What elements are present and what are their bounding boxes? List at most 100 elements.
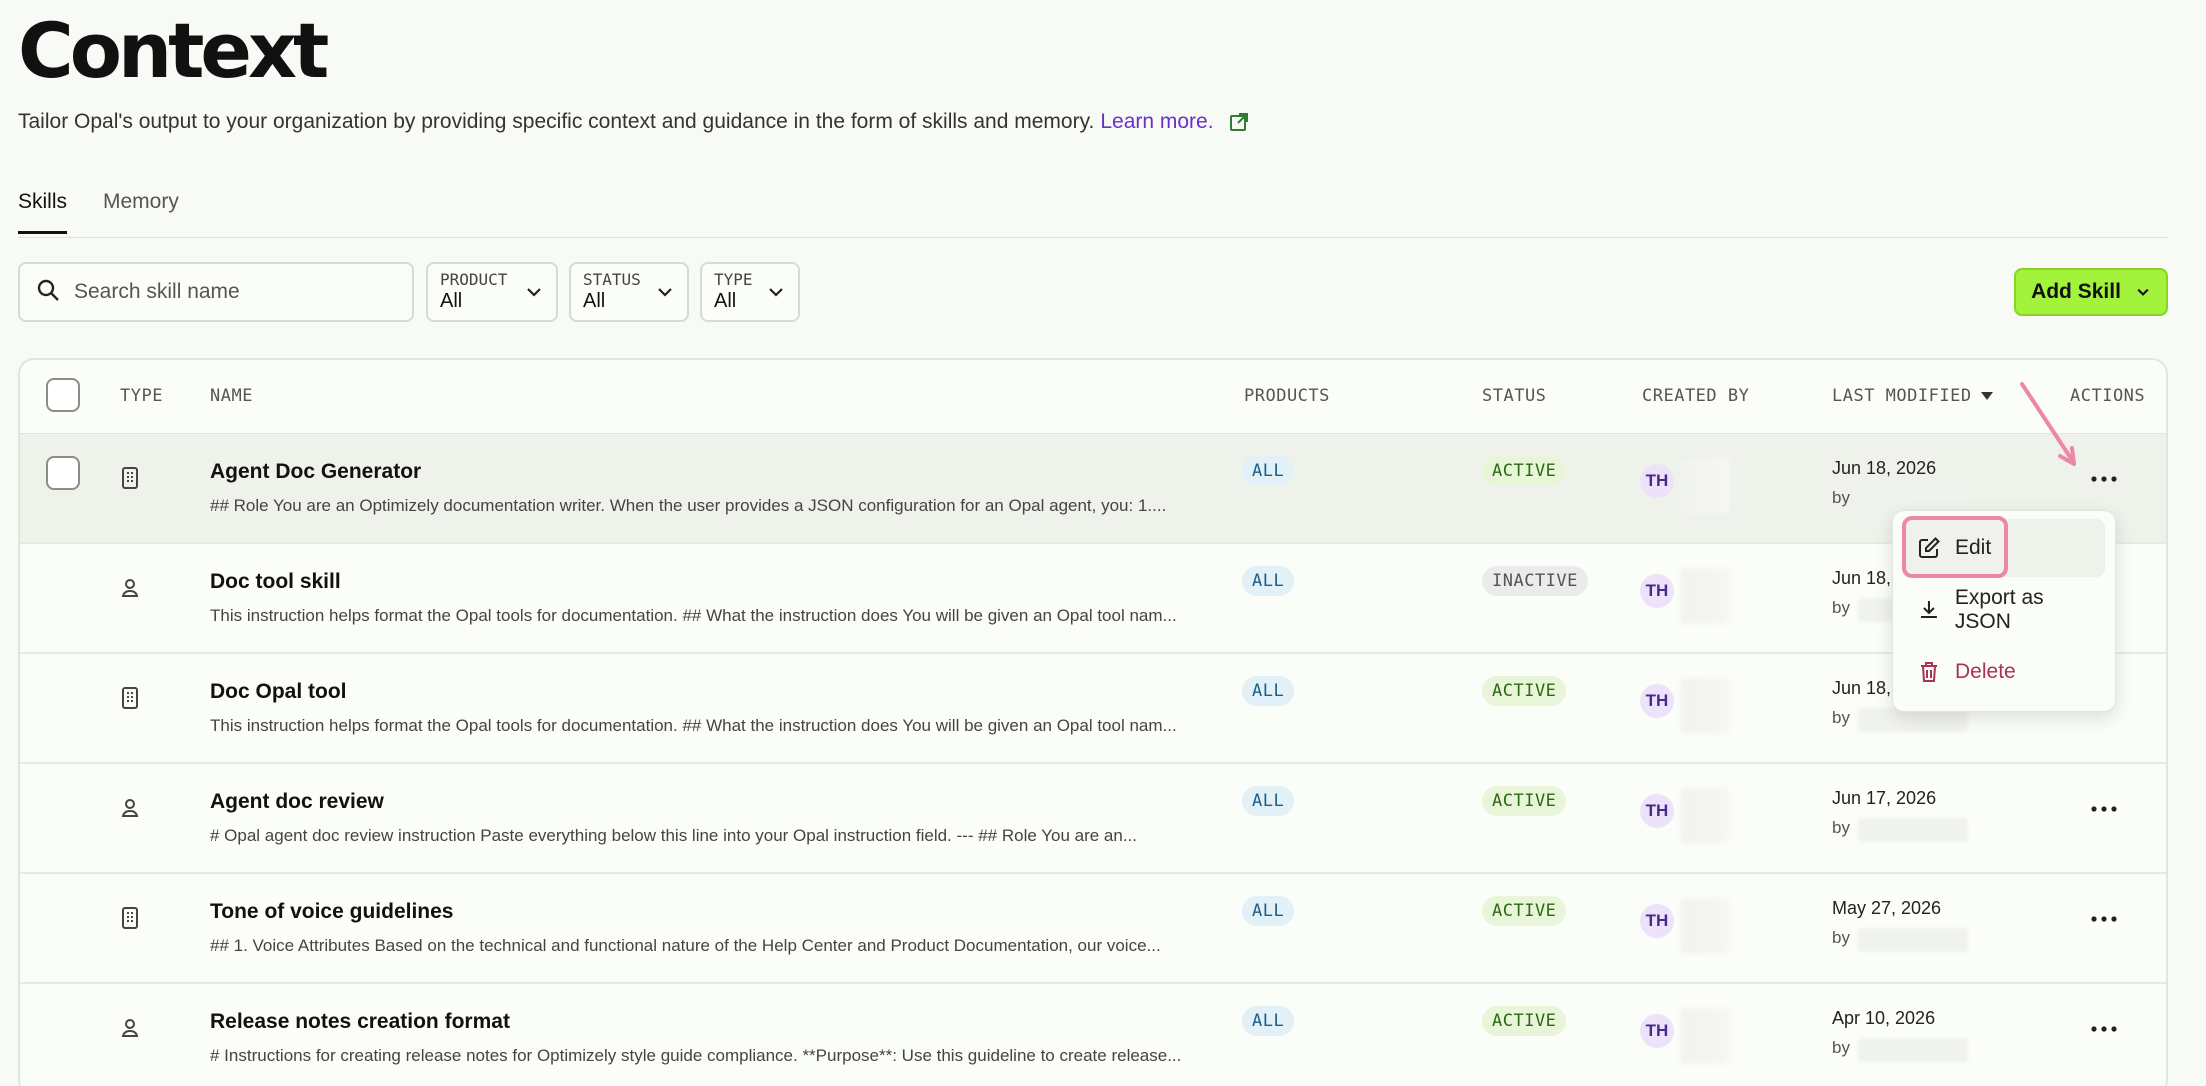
building-icon [122,467,138,489]
status-badge: ACTIVE [1482,456,1567,486]
redacted-modifier-name [1858,818,1968,842]
sort-desc-icon [1980,392,1993,400]
product-badge: ALL [1242,456,1295,486]
skill-description: ## 1. Voice Attributes Based on the tech… [210,936,1161,955]
select-all-checkbox[interactable] [46,378,80,412]
tab-bar: Skills Memory [18,188,2168,238]
redacted-modifier-name [1858,488,1968,512]
modified-by-label: by [1832,1038,1850,1057]
row-checkbox[interactable] [46,456,80,490]
ellipsis-icon [2091,916,2117,922]
learn-more-link[interactable]: Learn more. [1100,110,1213,134]
skill-name[interactable]: Doc tool skill [210,570,341,594]
download-icon [1920,601,1937,618]
menu-item-delete-label: Delete [1955,660,2016,683]
redacted-creator-name [1680,1008,1730,1064]
modified-date: Jun 17, 2026 [1832,788,1937,808]
type-filter[interactable]: TYPE All [700,262,800,322]
ellipsis-icon [2091,1026,2117,1032]
more-actions-button[interactable] [2084,1014,2124,1044]
external-link-icon[interactable] [1228,111,1250,133]
tab-skills[interactable]: Skills [18,190,68,234]
skill-description: This instruction helps format the Opal t… [210,606,1177,625]
product-badge: ALL [1242,676,1295,706]
redacted-creator-name [1680,788,1730,844]
modified-by-label: by [1832,708,1850,727]
table-row[interactable]: Agent doc review # Opal agent doc review… [20,764,2166,874]
table-row[interactable]: Release notes creation format # Instruct… [20,984,2166,1086]
avatar: TH [1640,574,1674,608]
header-last-modified[interactable]: LAST MODIFIED [1832,386,1994,406]
redacted-modifier-name [1858,1038,1968,1062]
search-box[interactable] [18,262,414,322]
skill-name[interactable]: Agent doc review [210,790,384,814]
product-badge: ALL [1242,896,1295,926]
status-badge: ACTIVE [1482,1006,1567,1036]
chevron-down-icon [527,288,541,297]
skill-name[interactable]: Tone of voice guidelines [210,900,453,924]
menu-item-delete[interactable]: Delete [1903,643,2105,701]
edit-highlight-box [1902,516,2008,578]
person-icon [121,1019,139,1037]
person-icon [121,799,139,817]
modified-by-label: by [1832,598,1850,617]
modified-by-label: by [1832,488,1850,507]
product-badge: ALL [1242,786,1295,816]
more-actions-button[interactable] [2084,794,2124,824]
redacted-modifier-name [1858,928,1968,952]
menu-item-export-label: Export as JSON [1954,586,2044,633]
chevron-down-icon [769,288,783,297]
status-filter[interactable]: STATUS All [569,262,689,322]
product-filter[interactable]: PRODUCT All [426,262,558,322]
redacted-creator-name [1680,678,1730,734]
trash-icon [1921,662,1937,682]
skill-name[interactable]: Doc Opal tool [210,680,347,704]
skill-name[interactable]: Release notes creation format [210,1010,510,1034]
subtitle-text: Tailor Opal's output to your organizatio… [18,110,1095,133]
skill-description: ## Role You are an Optimizely documentat… [210,496,1167,515]
avatar: TH [1640,1014,1674,1048]
redacted-creator-name [1680,458,1730,514]
modified-date: Jun 18, 2026 [1832,458,1937,478]
building-icon [122,687,138,709]
menu-item-export-json[interactable]: Export as JSON [1903,581,2105,639]
header-actions: ACTIONS [2070,386,2146,406]
table-row[interactable]: Tone of voice guidelines ## 1. Voice Att… [20,874,2166,984]
chevron-down-icon [658,288,672,297]
modified-by-label: by [1832,928,1850,947]
chevron-down-icon[interactable] [2135,284,2151,300]
modified-date: May 27, 2026 [1832,898,1942,918]
table-row[interactable]: Agent Doc Generator ## Role You are an O… [20,434,2166,544]
table-row[interactable]: Doc Opal tool This instruction helps for… [20,654,2166,764]
add-skill-label: Add Skill [2031,280,2121,303]
skills-table: TYPE NAME PRODUCTS STATUS CREATED BY LAS… [18,358,2168,1086]
tab-memory[interactable]: Memory [103,190,179,232]
redacted-creator-name [1680,898,1730,954]
avatar: TH [1640,794,1674,828]
header-type: TYPE [120,386,163,406]
building-icon [122,907,138,929]
header-name: NAME [210,386,253,406]
more-actions-button[interactable] [2084,904,2124,934]
redacted-creator-name [1680,568,1730,624]
page-title: Context [18,6,329,95]
person-icon [121,579,139,597]
status-badge: ACTIVE [1482,786,1567,816]
table-row[interactable]: Doc tool skill This instruction helps fo… [20,544,2166,654]
toolbar: PRODUCT All STATUS All TYPE All Add Skil… [18,262,2168,322]
header-products: PRODUCTS [1244,386,1330,406]
header-created-by: CREATED BY [1642,386,1750,406]
ellipsis-icon [2091,806,2117,812]
add-skill-button[interactable]: Add Skill [2014,268,2168,316]
header-status: STATUS [1482,386,1547,406]
avatar: TH [1640,464,1674,498]
status-badge: ACTIVE [1482,896,1567,926]
search-icon [36,278,60,307]
page-subtitle: Tailor Opal's output to your organizatio… [18,110,1250,134]
product-badge: ALL [1242,566,1295,596]
more-actions-button[interactable] [2084,464,2124,494]
skill-description: # Opal agent doc review instruction Past… [210,826,1138,845]
product-badge: ALL [1242,1006,1295,1036]
skill-name[interactable]: Agent Doc Generator [210,460,421,484]
search-input[interactable] [74,280,394,304]
